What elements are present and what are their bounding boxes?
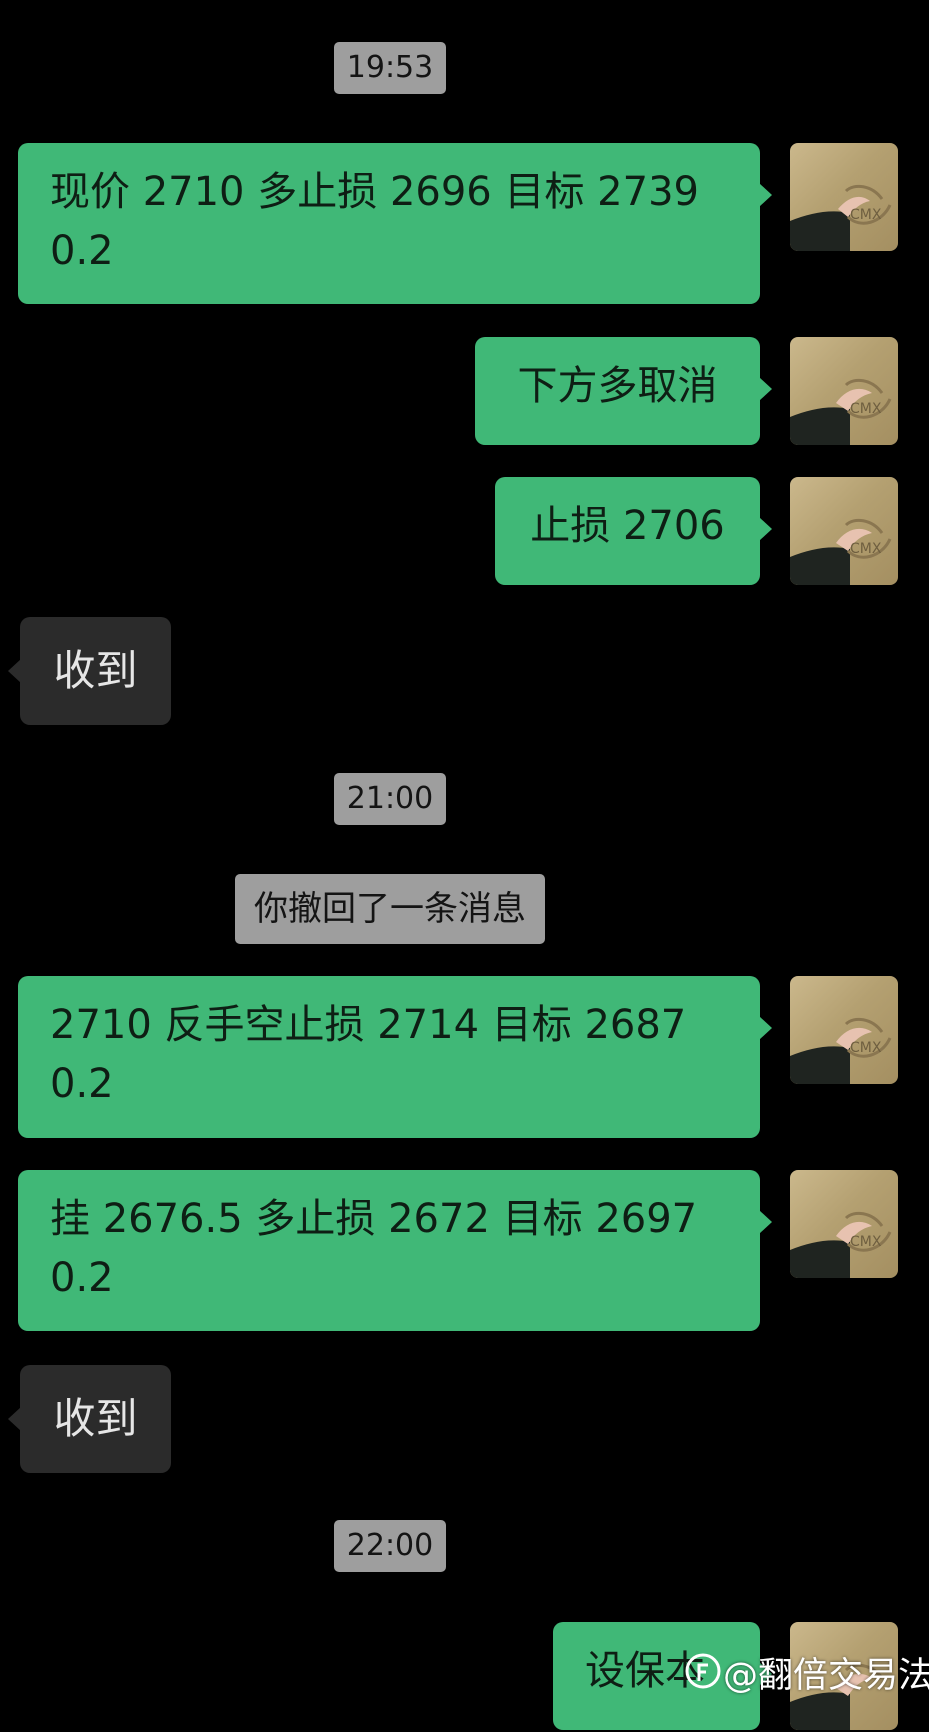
platform-logo-icon — [685, 1653, 721, 1702]
avatar-image: CMX — [790, 1017, 892, 1084]
avatar[interactable]: CMX — [790, 477, 898, 585]
svg-text:CMX: CMX — [850, 541, 882, 557]
svg-text:CMX: CMX — [850, 401, 882, 417]
watermark: @翻倍交易法 — [685, 1652, 929, 1702]
avatar[interactable]: CMX — [790, 1170, 898, 1278]
avatar-image: CMX — [790, 184, 892, 251]
svg-text:CMX: CMX — [850, 1040, 882, 1056]
svg-text:CMX: CMX — [850, 207, 882, 223]
timestamp: 19:53 — [334, 42, 446, 94]
watermark-text: @翻倍交易法 — [723, 1656, 929, 1696]
message-bubble-incoming[interactable]: 收到 — [8, 617, 171, 725]
avatar-image: CMX — [790, 518, 892, 585]
message-bubble-outgoing[interactable]: 止损 2706 — [495, 477, 772, 585]
avatar[interactable]: CMX — [790, 143, 898, 251]
recall-notice: 你撤回了一条消息 — [235, 874, 545, 944]
avatar-image: CMX — [790, 378, 892, 445]
message-bubble-outgoing[interactable]: 挂 2676.5 多止损 2672 目标 2697 0.2 — [18, 1170, 772, 1331]
message-bubble-outgoing[interactable]: 现价 2710 多止损 2696 目标 2739 0.2 — [18, 143, 772, 304]
message-bubble-outgoing[interactable]: 2710 反手空止损 2714 目标 2687 0.2 — [18, 976, 772, 1138]
avatar[interactable]: CMX — [790, 337, 898, 445]
timestamp: 22:00 — [334, 1520, 446, 1572]
timestamp: 21:00 — [334, 773, 446, 825]
message-bubble-incoming[interactable]: 收到 — [8, 1365, 171, 1473]
chat-view: 19:53 现价 2710 多止损 2696 目标 2739 0.2 CMX 下… — [0, 0, 929, 1732]
message-bubble-outgoing[interactable]: 下方多取消 — [475, 337, 772, 445]
avatar-image: CMX — [790, 1211, 892, 1278]
avatar[interactable]: CMX — [790, 976, 898, 1084]
svg-text:CMX: CMX — [850, 1234, 882, 1250]
